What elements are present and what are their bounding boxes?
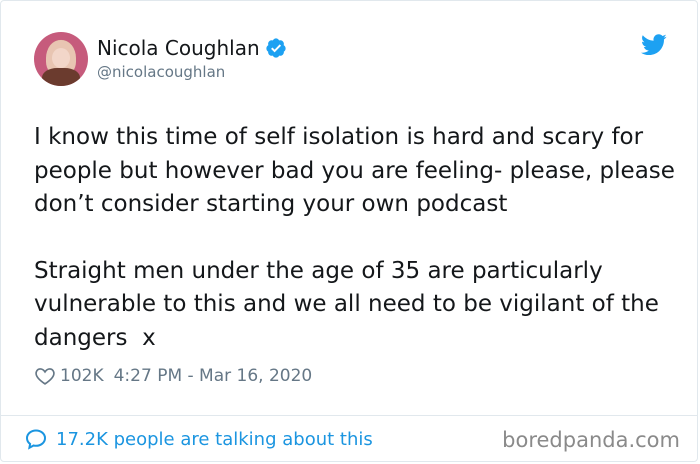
avatar-coat [42,68,80,86]
heart-icon[interactable] [34,365,56,387]
speech-bubble-icon [25,429,47,450]
like-count[interactable]: 102K [60,366,104,386]
verified-badge-icon [266,38,286,58]
twitter-bird-icon[interactable] [641,34,667,56]
display-name[interactable]: Nicola Coughlan [97,36,260,60]
conversation-link[interactable]: 17.2K people are talking about this [24,427,373,451]
tweet-header: Nicola Coughlan @nicolacoughlan [34,32,287,86]
name-row: Nicola Coughlan [97,36,287,60]
tweet-meta: 102K 4:27 PM - Mar 16, 2020 [34,365,312,387]
conversation-text[interactable]: 17.2K people are talking about this [56,429,373,450]
tweet-card: Nicola Coughlan @nicolacoughlan I know t… [0,0,698,462]
handle[interactable]: @nicolacoughlan [97,62,287,82]
watermark: boredpanda.com [502,428,680,452]
tweet-text: I know this time of self isolation is ha… [34,121,684,355]
tweet-paragraph-1: I know this time of self isolation is ha… [34,124,683,217]
divider [1,415,697,416]
tweet-paragraph-2: Straight men under the age of 35 are par… [34,257,667,351]
avatar-face [52,48,70,68]
avatar[interactable] [34,32,88,86]
author-info: Nicola Coughlan @nicolacoughlan [97,36,287,82]
tweet-timestamp[interactable]: 4:27 PM - Mar 16, 2020 [114,366,313,386]
